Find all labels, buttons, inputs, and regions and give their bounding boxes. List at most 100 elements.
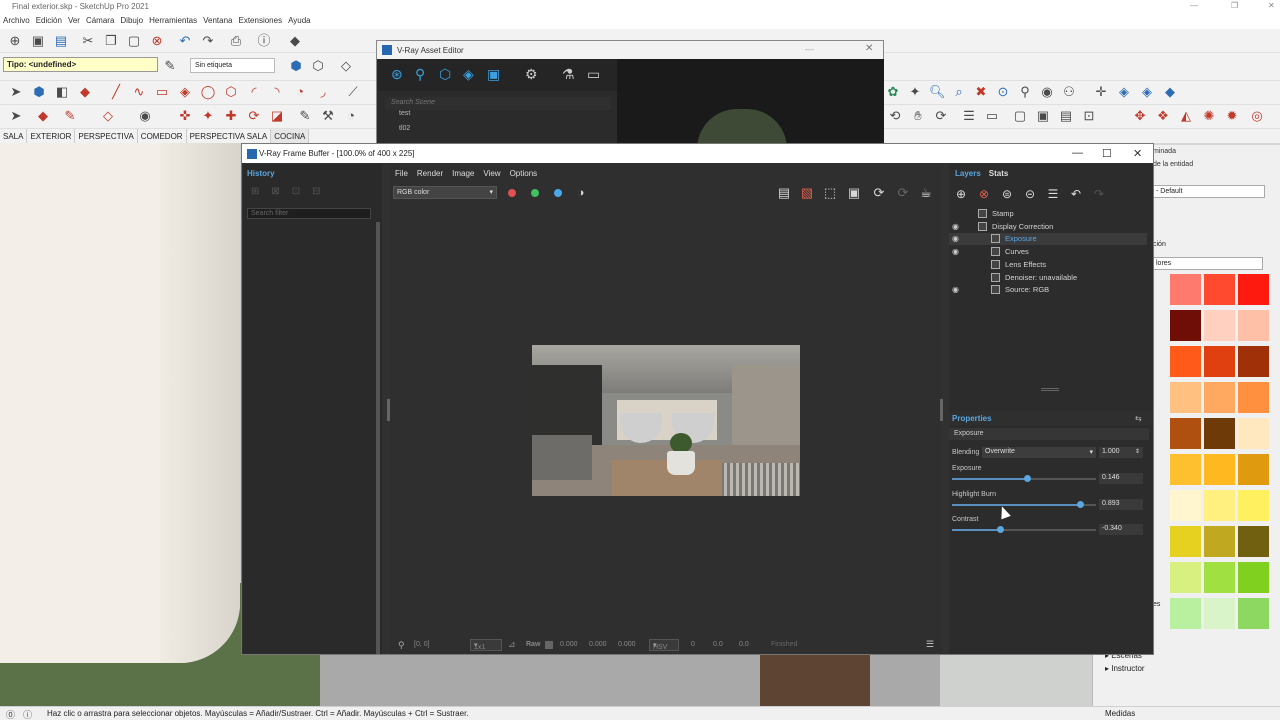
menu-item[interactable]: Ver xyxy=(65,13,83,29)
clear-image-icon[interactable]: ▧ xyxy=(799,185,815,201)
orbit-icon[interactable]: ⟲ xyxy=(887,108,903,124)
slider-track[interactable] xyxy=(952,475,1096,482)
info-icon[interactable]: ⓘ xyxy=(23,708,32,720)
rectangle-icon[interactable]: ▭ xyxy=(154,84,170,100)
green-channel-toggle[interactable] xyxy=(531,189,539,197)
print-icon[interactable]: ⎙ xyxy=(228,33,244,49)
layer-row[interactable]: ◉ Source: RGB xyxy=(949,284,1147,296)
settings-icon[interactable]: ⚙ xyxy=(525,66,538,83)
shadow-icon[interactable]: ◭ xyxy=(1178,108,1194,124)
restore-icon[interactable]: ❐ xyxy=(1231,1,1238,10)
walk-icon[interactable]: ⚇ xyxy=(1061,84,1077,100)
push-pull-icon[interactable]: ◉ xyxy=(137,108,153,124)
line-icon[interactable]: ╱ xyxy=(108,84,124,100)
layer-row[interactable]: Stamp xyxy=(949,208,1147,220)
color-swatch[interactable] xyxy=(1238,562,1269,593)
color-swatch[interactable] xyxy=(1170,562,1201,593)
scene-item[interactable]: test xyxy=(399,110,410,117)
slider-value-field[interactable]: 0.146 xyxy=(1099,473,1143,484)
tray-item-instructor[interactable]: ▸ Instructor xyxy=(1105,664,1145,673)
color-swatch[interactable] xyxy=(1170,418,1201,449)
render-image[interactable] xyxy=(532,345,800,496)
scene-tab[interactable]: EXTERIOR xyxy=(27,129,76,143)
rotate2-icon[interactable]: ⟳ xyxy=(246,108,262,124)
material-name-field[interactable]: - Default xyxy=(1153,185,1265,198)
section-display-icon[interactable]: ◈ xyxy=(1139,84,1155,100)
slider-knob[interactable] xyxy=(1077,500,1085,508)
top-view-icon[interactable]: ⬡ xyxy=(310,58,326,74)
red-channel-toggle[interactable] xyxy=(508,189,516,197)
position-camera-icon[interactable]: ⚲ xyxy=(1017,84,1033,100)
pencil-icon[interactable]: ✎ xyxy=(62,108,78,124)
geometry-icon[interactable]: ⬡ xyxy=(439,66,451,83)
arc-icon[interactable]: ◜ xyxy=(246,84,262,100)
dimension-icon[interactable]: ⚒ xyxy=(320,108,336,124)
layer-row[interactable]: Denoiser: unavailable xyxy=(949,272,1147,284)
color-swatch[interactable] xyxy=(1204,382,1235,413)
scene-search-input[interactable]: Search Scene xyxy=(385,97,611,110)
paste-icon[interactable]: ▢ xyxy=(126,33,142,49)
blending-mode-select[interactable]: Overwrite ▾ xyxy=(982,447,1096,458)
text-tool-icon[interactable]: ◔ xyxy=(343,108,359,124)
close-icon[interactable]: ✕ xyxy=(865,43,873,54)
circle-icon[interactable]: ◯ xyxy=(200,84,216,100)
shape-icon[interactable]: ◇ xyxy=(100,108,116,124)
zoom-icon[interactable]: 🔍︎ xyxy=(929,84,946,100)
freehand-icon[interactable]: ∿ xyxy=(131,84,147,100)
entity-type-field[interactable]: Tipo: <undefined> xyxy=(3,57,158,72)
sandbox-icon[interactable]: ⟋ xyxy=(345,84,361,100)
menu-item[interactable]: Ayuda xyxy=(285,13,314,29)
redo-icon[interactable]: ↷ xyxy=(1091,186,1107,202)
geo-location-icon[interactable]: ⓪ xyxy=(6,708,15,720)
undo-icon[interactable]: ↶ xyxy=(1068,186,1084,202)
extension-icon-1[interactable]: ✿ xyxy=(885,84,901,100)
color-swatch[interactable] xyxy=(1204,346,1235,377)
scene-tab[interactable]: PERSPECTIVA SALA xyxy=(187,129,272,143)
model-info-icon[interactable]: ⓘ xyxy=(256,33,272,49)
color-swatch[interactable] xyxy=(1170,310,1201,341)
layer-row[interactable]: ◉ Curves xyxy=(949,246,1147,258)
menu-item[interactable]: Extensiones xyxy=(235,13,285,29)
color-picker-icon[interactable]: ⊿ xyxy=(508,639,516,650)
slider-track[interactable] xyxy=(952,526,1096,533)
panel-resize-handle[interactable] xyxy=(1041,388,1059,391)
color-swatch[interactable] xyxy=(1204,598,1235,629)
blue-channel-toggle[interactable] xyxy=(554,189,562,197)
scene-tab[interactable]: PERSPECTIVA xyxy=(75,129,138,143)
erase-icon[interactable]: ⊗ xyxy=(149,33,165,49)
color-swatch[interactable] xyxy=(1238,274,1269,305)
zoom-window-icon[interactable]: ⌕ xyxy=(951,84,967,100)
tape-measure-icon[interactable]: ✎ xyxy=(297,108,313,124)
menu-item[interactable]: Dibujo xyxy=(117,13,146,29)
light-icon[interactable]: ◎ xyxy=(1249,108,1265,124)
visibility-eye-icon[interactable]: ◉ xyxy=(952,234,959,243)
scene-tab[interactable]: COCINA xyxy=(271,129,310,143)
axes-icon[interactable]: ✛ xyxy=(1093,84,1109,100)
follow-mouse-icon[interactable]: ▣ xyxy=(846,185,862,201)
wireframe-icon[interactable]: ▣ xyxy=(1035,108,1051,124)
minimize-icon[interactable]: — xyxy=(1190,1,1198,10)
color-swatch[interactable] xyxy=(1204,490,1235,521)
color-swatch[interactable] xyxy=(1204,562,1235,593)
open-folder-icon[interactable]: ▣ xyxy=(30,33,46,49)
rotate-icon[interactable]: ✚ xyxy=(223,108,239,124)
load-layers-icon[interactable]: ⊝ xyxy=(1022,186,1038,202)
color-swatch[interactable] xyxy=(1170,346,1201,377)
render-settings-icon[interactable]: ⚗ xyxy=(562,66,575,83)
layers-tool-icon[interactable]: ☰ xyxy=(961,108,977,124)
xray-icon[interactable]: ▢ xyxy=(1012,108,1028,124)
solar-icon[interactable]: ✥ xyxy=(1132,108,1148,124)
tag-select[interactable]: Sin etiqueta xyxy=(190,58,275,73)
menu-item[interactable]: Edición xyxy=(33,13,65,29)
arc-2pt-icon[interactable]: ◝ xyxy=(269,84,285,100)
alpha-channel-icon[interactable]: ◑ xyxy=(573,185,589,201)
close-icon[interactable]: ✕ xyxy=(1268,1,1275,10)
add-layer-icon[interactable]: ⊕ xyxy=(953,186,969,202)
cut-icon[interactable]: ✂ xyxy=(80,33,96,49)
move-icon[interactable]: ✜ xyxy=(177,108,193,124)
channel-select[interactable]: RGB color ▾ xyxy=(393,186,497,199)
region-render-icon[interactable]: ⬚ xyxy=(822,185,838,201)
sun-icon[interactable]: ✺ xyxy=(1201,108,1217,124)
paint-bucket-icon[interactable]: ◧ xyxy=(54,84,70,100)
visibility-eye-icon[interactable]: ◉ xyxy=(952,222,959,231)
